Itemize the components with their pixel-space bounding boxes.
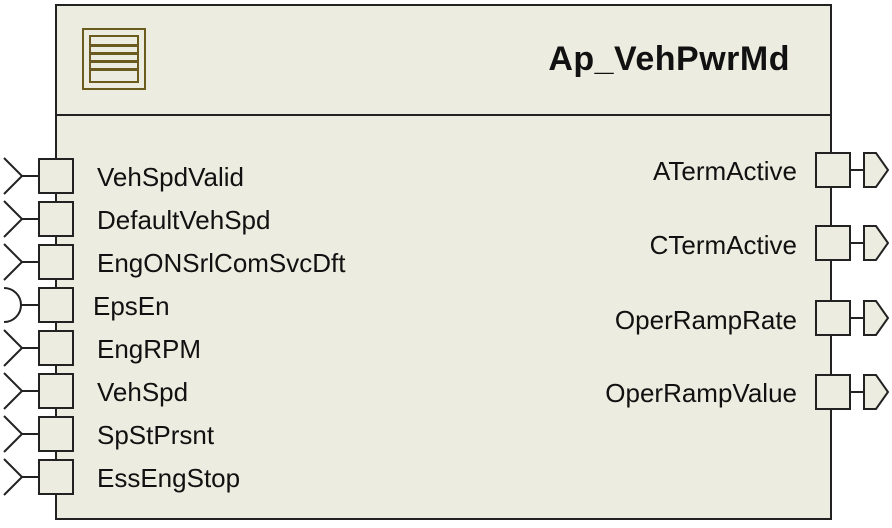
sender-port-icon xyxy=(851,225,890,261)
client-port-icon xyxy=(3,287,38,323)
receiver-port-icon xyxy=(3,458,38,496)
receiver-port-icon xyxy=(3,200,38,238)
receiver-port-icon xyxy=(3,329,38,367)
sender-port-icon xyxy=(851,374,890,410)
sender-port-icon xyxy=(851,300,890,336)
receiver-port-icon xyxy=(3,157,38,195)
sender-port-icon xyxy=(851,152,890,188)
port-connectors xyxy=(3,152,890,496)
receiver-port-icon xyxy=(3,243,38,281)
receiver-port-icon xyxy=(3,415,38,453)
receiver-port-icon xyxy=(3,372,38,410)
